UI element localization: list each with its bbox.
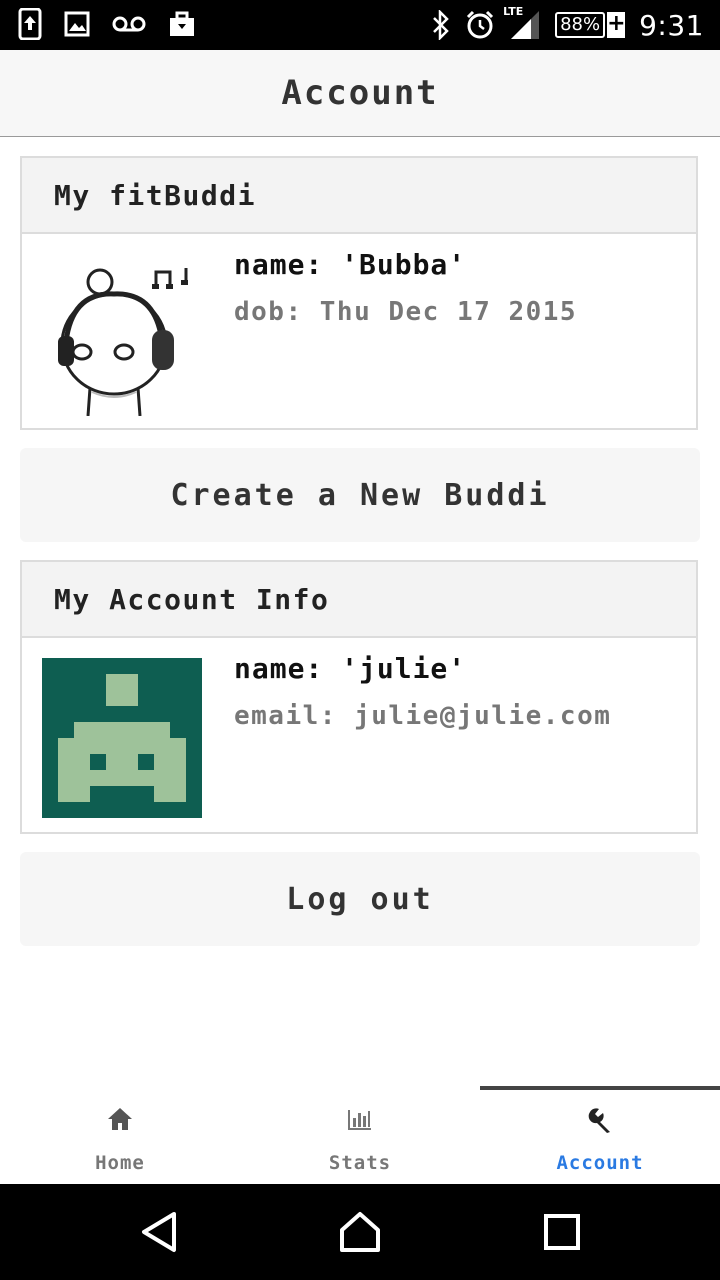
status-bar: LTE 88% + 9:31 (0, 0, 720, 50)
account-name: name: 'julie' (234, 652, 467, 685)
battery-icon: 88% + (555, 12, 626, 38)
page-title: Account (281, 73, 439, 113)
wrench-icon (588, 1108, 610, 1133)
account-card-title: My Account Info (22, 562, 696, 638)
signal-icon: LTE (503, 5, 541, 41)
tab-home[interactable]: Home (0, 1086, 240, 1182)
tab-stats[interactable]: Stats (240, 1086, 480, 1182)
tab-account-label: Account (556, 1152, 644, 1174)
upload-icon (18, 8, 42, 40)
tab-stats-label: Stats (328, 1152, 392, 1174)
fitbuddi-card-title: My fitBuddi (22, 158, 696, 234)
recents-icon[interactable] (540, 1210, 584, 1254)
image-icon (64, 11, 90, 37)
app-bar: Account (0, 50, 720, 137)
tab-account[interactable]: Account (480, 1086, 720, 1182)
bottom-tab-bar: Home Stats Account (0, 1086, 720, 1182)
buddi-headphones-icon (58, 268, 188, 416)
battery-percent: 88% (560, 14, 601, 35)
account-email: email: julie@julie.com (234, 701, 612, 731)
briefcase-icon (170, 11, 194, 36)
home-circle-icon[interactable] (338, 1210, 382, 1254)
create-buddi-button[interactable]: Create a New Buddi (20, 448, 700, 542)
buddi-dob: dob: Thu Dec 17 2015 (234, 297, 578, 327)
clock: 9:31 (639, 8, 704, 42)
home-icon (108, 1108, 132, 1130)
voicemail-icon (112, 16, 146, 32)
space-invader-icon (42, 658, 202, 818)
tab-home-label: Home (95, 1152, 145, 1174)
alarm-icon (467, 10, 494, 39)
active-tab-indicator (480, 1086, 720, 1090)
account-info-card: My Account Info name: 'julie' email: jul… (20, 560, 698, 834)
bar-chart-icon (348, 1110, 371, 1130)
system-nav-bar (0, 1184, 720, 1280)
back-icon[interactable] (138, 1210, 182, 1254)
bluetooth-icon (433, 10, 449, 40)
fitbuddi-card: My fitBuddi name: 'Bubba' dob: Thu Dec 1… (20, 156, 698, 430)
buddi-name: name: 'Bubba' (234, 248, 467, 281)
logout-button[interactable]: Log out (20, 852, 700, 946)
